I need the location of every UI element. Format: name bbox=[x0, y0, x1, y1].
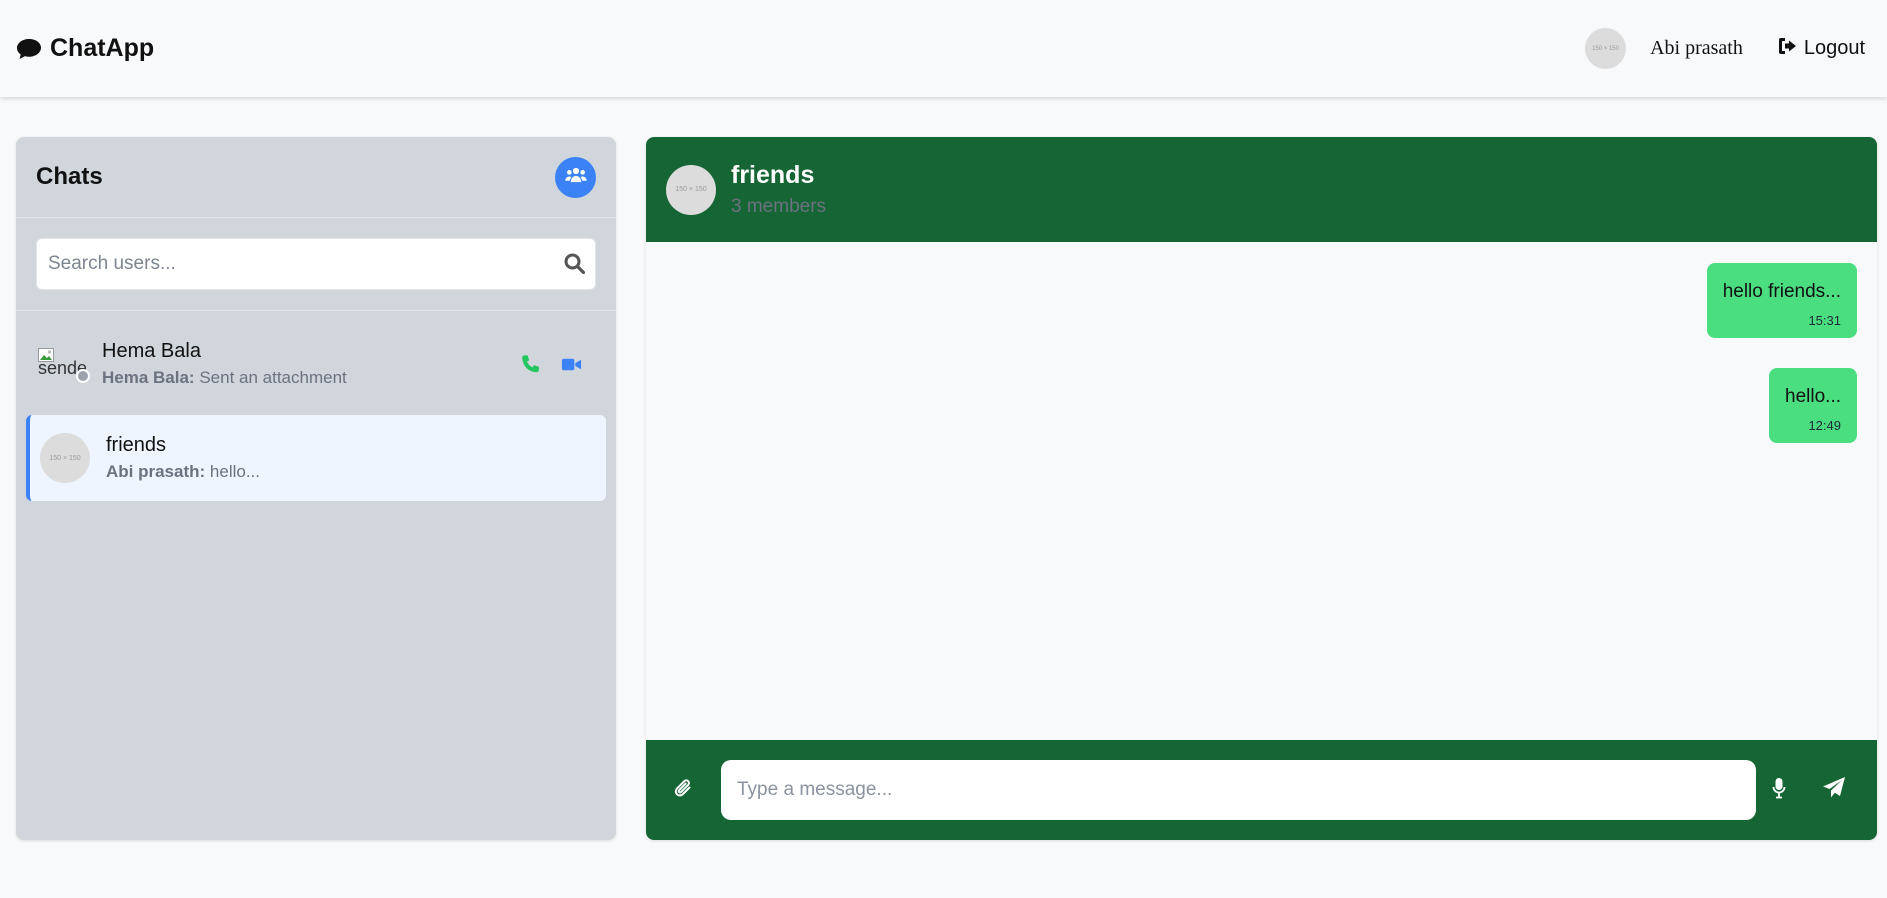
user-name: Abi prasath bbox=[1650, 37, 1743, 59]
sidebar-header: Chats bbox=[16, 137, 616, 218]
paperclip-icon bbox=[674, 777, 694, 804]
logout-label: Logout bbox=[1803, 37, 1865, 59]
preview-text: Sent an attachment bbox=[194, 368, 347, 387]
chat-sidebar: Chats Search users... sende Hema Bala He… bbox=[16, 137, 616, 840]
phone-icon[interactable] bbox=[520, 354, 541, 375]
message-bubble: hello friends... 15:31 bbox=[1706, 263, 1857, 338]
preview-sender: Abi prasath: bbox=[106, 462, 206, 481]
paper-plane-icon bbox=[1822, 776, 1846, 805]
sign-out-icon bbox=[1778, 37, 1798, 61]
microphone-button[interactable] bbox=[1768, 777, 1790, 803]
logout-button[interactable]: Logout bbox=[1778, 37, 1865, 61]
top-navbar: ChatApp 150 × 150 Abi prasath Logout bbox=[0, 0, 1887, 97]
message-composer bbox=[646, 740, 1877, 840]
chat-header: 150 × 150 friends 3 members bbox=[646, 137, 1877, 242]
chat-panel: 150 × 150 friends 3 members hello friend… bbox=[646, 137, 1877, 840]
microphone-icon bbox=[1772, 777, 1786, 804]
message-list: hello friends... 15:31 hello... 12:49 bbox=[646, 242, 1877, 740]
chat-list: sender Hema Bala Hema Bala: Sent an atta… bbox=[16, 311, 616, 511]
users-icon bbox=[564, 167, 587, 188]
search-icon[interactable] bbox=[564, 253, 586, 275]
sidebar-title: Chats bbox=[36, 163, 103, 190]
chat-name: friends bbox=[106, 434, 167, 456]
message-bubble: hello... 12:49 bbox=[1769, 368, 1857, 443]
send-button[interactable] bbox=[1820, 776, 1848, 804]
message-text: hello friends... bbox=[1722, 281, 1841, 302]
preview-sender: Hema Bala: bbox=[102, 368, 195, 387]
member-count: 3 members bbox=[731, 196, 827, 217]
video-icon[interactable] bbox=[561, 354, 582, 375]
chat-title: friends bbox=[731, 161, 815, 189]
message-text: hello... bbox=[1785, 386, 1841, 407]
brand-link[interactable]: ChatApp bbox=[16, 34, 154, 63]
search-input[interactable] bbox=[37, 239, 595, 289]
search-section bbox=[16, 218, 616, 311]
status-indicator bbox=[76, 369, 90, 383]
attach-button[interactable] bbox=[666, 772, 702, 808]
comment-icon bbox=[16, 38, 42, 60]
preview-text: hello... bbox=[205, 462, 260, 481]
chat-preview: Abi prasath: hello... bbox=[106, 460, 596, 484]
chat-item-hema-bala[interactable]: sender Hema Bala Hema Bala: Sent an atta… bbox=[26, 321, 606, 407]
new-group-button[interactable] bbox=[555, 156, 596, 198]
message-time: 15:31 bbox=[1808, 313, 1841, 328]
message-time: 12:49 bbox=[1808, 418, 1841, 433]
avatar: 150 × 150 bbox=[40, 433, 90, 483]
chat-preview: Hema Bala: Sent an attachment bbox=[102, 366, 520, 390]
message-input[interactable] bbox=[721, 760, 1756, 820]
search-box bbox=[36, 238, 596, 290]
brand-name: ChatApp bbox=[50, 34, 155, 62]
chat-item-friends[interactable]: 150 × 150 friends Abi prasath: hello... bbox=[26, 415, 606, 501]
group-avatar: 150 × 150 bbox=[666, 164, 716, 215]
chat-name: Hema Bala bbox=[102, 340, 201, 362]
user-avatar: 150 × 150 bbox=[1585, 28, 1627, 69]
